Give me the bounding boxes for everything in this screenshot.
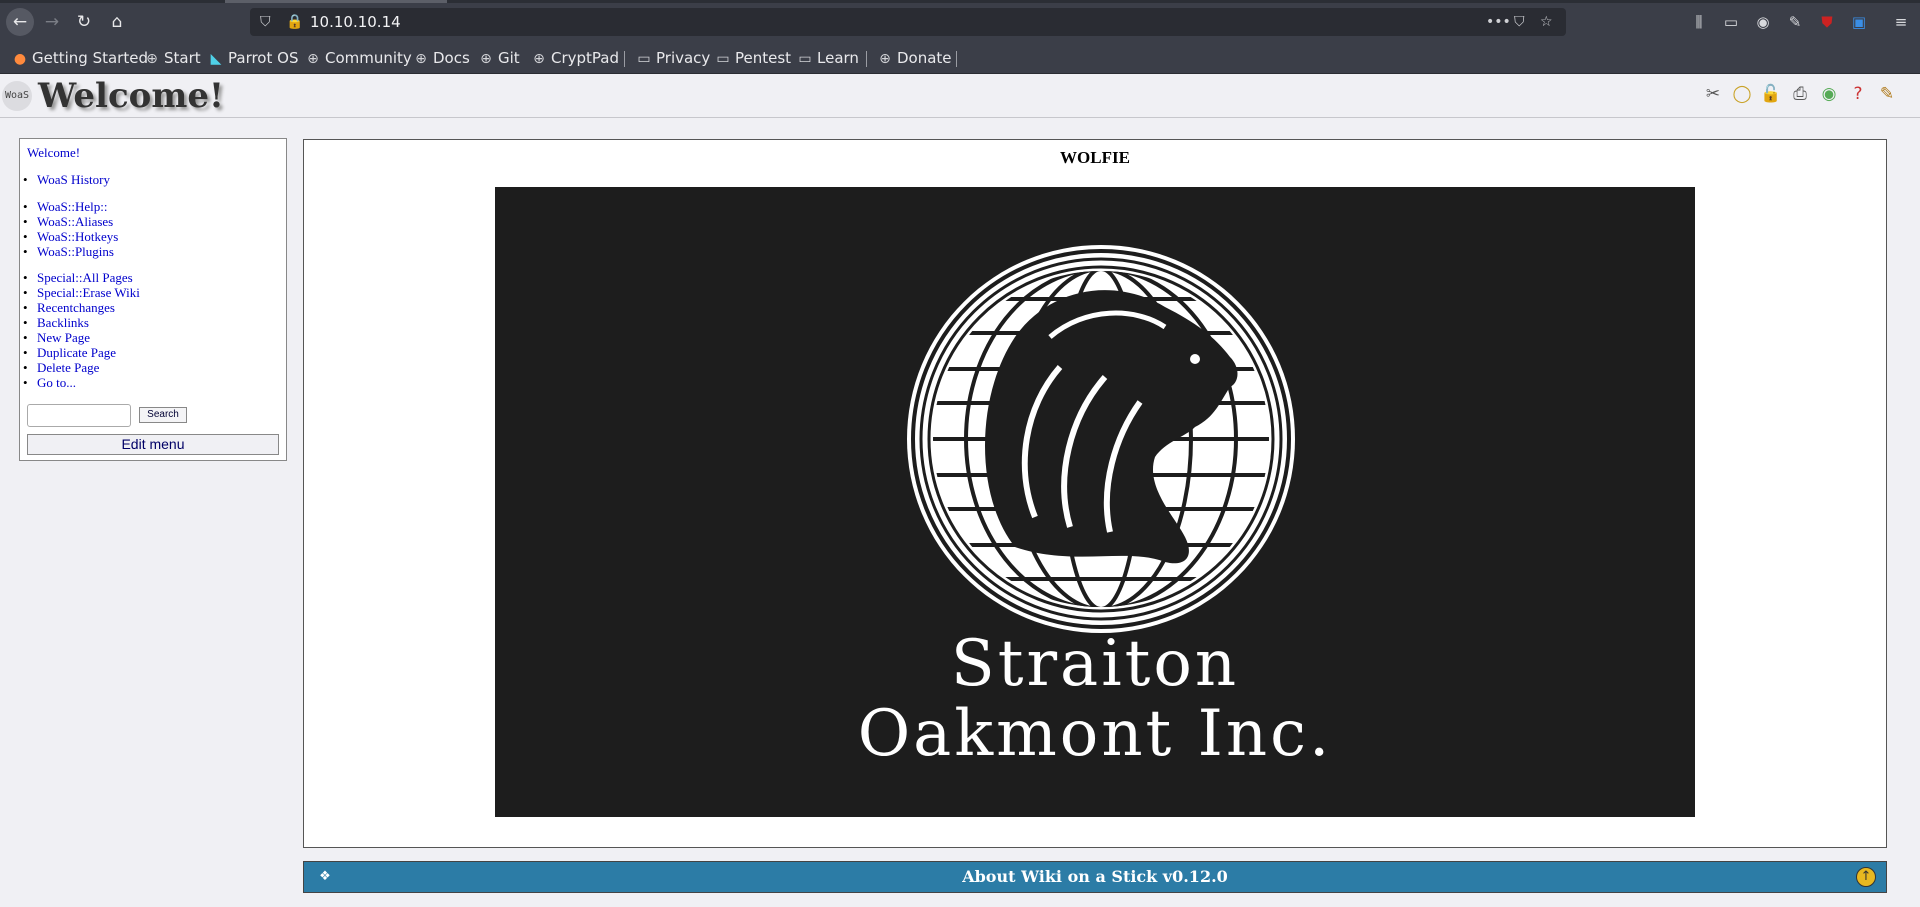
sidebar-icon[interactable]: ▭: [1719, 8, 1743, 36]
bookmark-docs[interactable]: ⊕ Docs: [413, 44, 470, 72]
bookmark-separator: [866, 51, 867, 67]
bookmark-separator: [624, 51, 625, 67]
menu-link-hotkeys[interactable]: WoaS::Hotkeys: [23, 229, 118, 245]
content-heading: WOLFIE: [1060, 148, 1130, 167]
menu-link-woas-history[interactable]: WoaS History: [23, 172, 110, 188]
firefox-icon: ●: [13, 51, 27, 67]
url-text[interactable]: 10.10.10.14: [310, 8, 401, 36]
library-icon[interactable]: ⫼: [1687, 8, 1711, 36]
logo-text-oakmont: Oakmont Inc.: [857, 697, 1333, 771]
active-tab-indicator[interactable]: [225, 0, 447, 3]
scroll-up-icon[interactable]: ↑: [1856, 867, 1876, 887]
menu-link-erase-wiki[interactable]: Special::Erase Wiki: [23, 285, 140, 301]
globe-icon: ⊕: [146, 51, 158, 67]
search-input[interactable]: [27, 404, 131, 427]
eye-icon[interactable]: ◉: [1817, 82, 1841, 106]
s-extension-icon[interactable]: ▣: [1847, 8, 1871, 36]
bookmark-folder-learn[interactable]: ▭ Learn: [797, 44, 859, 72]
menu-link-help[interactable]: WoaS::Help::: [23, 199, 108, 215]
bookmark-cryptpad[interactable]: ⊕ CryptPad: [531, 44, 619, 72]
menu-link-go-to[interactable]: Go to...: [23, 375, 76, 391]
menu-link-all-pages[interactable]: Special::All Pages: [23, 270, 133, 286]
search-button[interactable]: Search: [139, 407, 187, 423]
menu-link-backlinks[interactable]: Backlinks: [23, 315, 89, 331]
page-title: Welcome!: [38, 76, 224, 116]
shield-icon[interactable]: ⛉: [260, 8, 271, 36]
edit-menu-button[interactable]: Edit menu: [27, 434, 279, 455]
menu-link-duplicate-page[interactable]: Duplicate Page: [23, 345, 116, 361]
home-circle-icon[interactable]: ◯: [1730, 82, 1754, 106]
insecure-lock-icon[interactable]: 🔒: [286, 8, 303, 36]
wiki-header: WoaS Welcome! ✂ ◯ 🔓 ⎙ ◉ ? ✎: [0, 74, 1920, 118]
url-bar[interactable]: ⛉ 🔒 10.10.10.14 ••• ⛉ ☆: [250, 8, 1566, 36]
woas-logo[interactable]: WoaS: [2, 81, 32, 111]
straiton-oakmont-logo-image: Straiton Oakmont Inc.: [495, 187, 1695, 817]
wiki-footer: ❖ About Wiki on a Stick v0.12.0 ↑: [303, 861, 1887, 893]
bookmark-separator: [956, 51, 957, 67]
bookmark-community[interactable]: ⊕ Community: [305, 44, 412, 72]
footer-about-link[interactable]: About Wiki on a Stick v0.12.0: [304, 862, 1886, 892]
globe-icon: ⊕: [480, 51, 492, 67]
globe-icon: ⊕: [415, 51, 427, 67]
forward-arrow-icon[interactable]: →: [38, 8, 66, 36]
menu-link-aliases[interactable]: WoaS::Aliases: [23, 214, 113, 230]
ublock-icon[interactable]: ⛊: [1815, 8, 1839, 36]
bookmark-getting-started[interactable]: ● Getting Started: [12, 44, 148, 72]
bookmark-parrot-os[interactable]: ◣ Parrot OS: [208, 44, 299, 72]
bookmark-start[interactable]: ⊕ Start: [144, 44, 201, 72]
folder-icon: ▭: [716, 51, 730, 67]
parrot-icon: ◣: [210, 51, 222, 67]
folder-icon: ▭: [798, 51, 812, 67]
extension-icon[interactable]: ✎: [1783, 8, 1807, 36]
menu-link-welcome[interactable]: Welcome!: [27, 145, 80, 161]
reload-icon[interactable]: ↻: [70, 8, 98, 36]
edit-pencil-icon[interactable]: ✎: [1875, 82, 1899, 106]
bookmark-git[interactable]: ⊕ Git: [478, 44, 520, 72]
hamburger-menu-icon[interactable]: ≡: [1889, 8, 1913, 36]
globe-icon: ⊕: [307, 51, 319, 67]
globe-icon: ⊕: [879, 51, 891, 67]
unlock-icon[interactable]: 🔓: [1759, 82, 1783, 106]
bookmark-folder-pentest[interactable]: ▭ Pentest: [715, 44, 791, 72]
help-icon[interactable]: ?: [1846, 82, 1870, 106]
bookmarks-bar: ● Getting Started ⊕ Start ◣ Parrot OS ⊕ Comm…: [0, 44, 1920, 74]
more-actions-icon[interactable]: •••: [1486, 8, 1511, 36]
back-arrow-icon[interactable]: ←: [6, 8, 34, 36]
browser-toolbar: ← → ↻ ⌂ ⛉ 🔒 10.10.10.14 ••• ⛉ ☆ ⫼ ▭ ◉ ✎ …: [0, 0, 1920, 44]
pocket-icon[interactable]: ⛉: [1514, 8, 1525, 36]
menu-link-plugins[interactable]: WoaS::Plugins: [23, 244, 114, 260]
menu-link-delete-page[interactable]: Delete Page: [23, 360, 100, 376]
wiki-menu: Welcome! WoaS History WoaS::Help:: WoaS:…: [19, 138, 287, 461]
menu-link-new-page[interactable]: New Page: [23, 330, 90, 346]
wiki-content: WOLFIE Straiton Oakmont Inc.: [303, 139, 1887, 848]
home-icon[interactable]: ⌂: [103, 8, 131, 36]
logo-text-straiton: Straiton: [950, 627, 1240, 701]
globe-icon: ⊕: [533, 51, 545, 67]
bookmark-folder-privacy[interactable]: ▭ Privacy: [636, 44, 710, 72]
account-icon[interactable]: ◉: [1751, 8, 1775, 36]
bookmark-star-icon[interactable]: ☆: [1540, 8, 1553, 36]
folder-icon: ▭: [637, 51, 651, 67]
print-icon[interactable]: ⎙: [1788, 82, 1812, 106]
bookmark-donate[interactable]: ⊕ Donate: [877, 44, 951, 72]
tools-icon[interactable]: ✂: [1701, 82, 1725, 106]
menu-link-recentchanges[interactable]: Recentchanges: [23, 300, 115, 316]
